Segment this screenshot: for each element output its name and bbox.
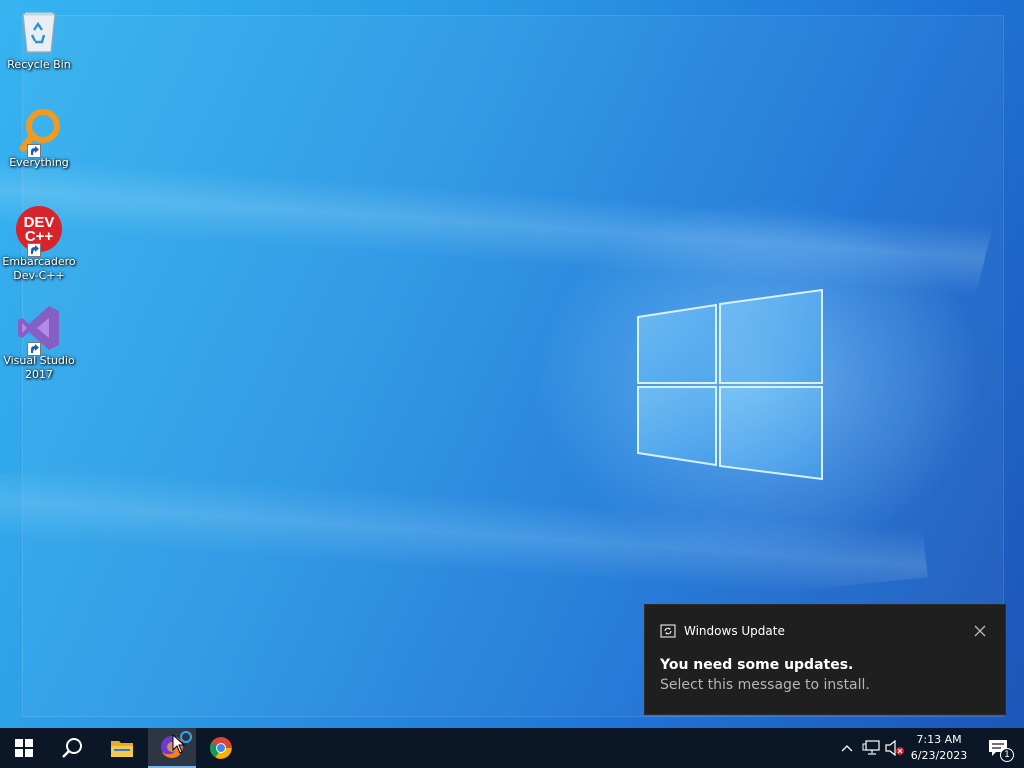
show-hidden-icons-button[interactable] [838, 728, 856, 768]
desktop-icon-everything[interactable]: Everything [2, 106, 76, 170]
file-explorer-button[interactable] [98, 728, 146, 768]
search-button[interactable] [48, 728, 96, 768]
chevron-up-icon [841, 745, 853, 752]
toast-header: Windows Update [660, 623, 785, 639]
network-icon [862, 740, 880, 755]
taskbar: 7:13 AM 6/23/2023 1 [0, 728, 1024, 768]
toast-app-name: Windows Update [684, 624, 785, 638]
folder-icon [111, 741, 133, 757]
action-center-button[interactable]: 1 [980, 728, 1016, 768]
clock-time: 7:13 AM [916, 733, 962, 746]
close-icon [974, 625, 986, 637]
shortcut-arrow-icon [27, 144, 41, 158]
windows-logo-wallpaper [637, 289, 823, 481]
windows-update-toast[interactable]: Windows Update You need some updates. Se… [644, 604, 1006, 715]
desktop-icon-label: Visual Studio 2017 [3, 354, 75, 381]
shortcut-arrow-icon [27, 243, 41, 257]
dev-cpp-logo-text: DEV C++ [24, 214, 55, 245]
desktop-icon-label: Everything [9, 156, 69, 169]
clock-button[interactable]: 7:13 AM 6/23/2023 [900, 728, 978, 768]
firefox-button[interactable] [148, 728, 196, 768]
chrome-button[interactable] [197, 728, 245, 768]
network-button[interactable] [860, 728, 882, 768]
recycle-bin-icon [22, 12, 56, 53]
clock-date: 6/23/2023 [910, 749, 968, 762]
toast-title: You need some updates. [660, 657, 854, 673]
desktop-icon-label: Embarcadero Dev-C++ [2, 255, 76, 282]
windows-start-icon [15, 739, 33, 757]
windows-update-icon [660, 624, 676, 638]
search-icon [62, 738, 82, 758]
shortcut-arrow-icon [27, 342, 41, 356]
desktop-icon-recycle-bin[interactable]: Recycle Bin [2, 8, 76, 72]
toast-close-button[interactable] [973, 623, 987, 637]
mouse-cursor-icon [172, 734, 186, 754]
start-button[interactable] [0, 728, 48, 768]
desktop-icon-visual-studio[interactable]: Visual Studio 2017 [2, 304, 76, 382]
desktop-icon-dev-cpp[interactable]: DEV C++ Embarcadero Dev-C++ [2, 205, 76, 283]
desktop-icon-label: Recycle Bin [7, 58, 71, 71]
toast-body: Select this message to install. [660, 677, 870, 693]
chrome-icon [210, 737, 232, 759]
notification-count-badge: 1 [1000, 748, 1014, 762]
